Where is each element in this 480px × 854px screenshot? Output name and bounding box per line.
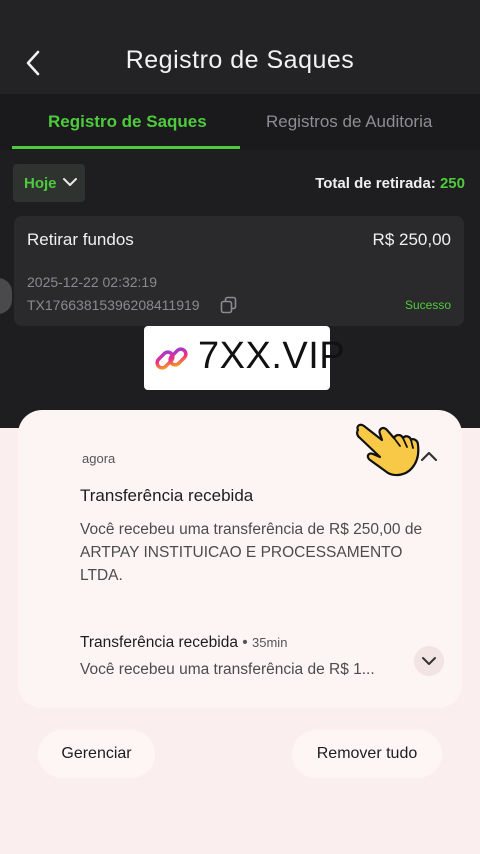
withdrawal-type: Retirar fundos [27, 230, 134, 249]
withdrawal-app: Registro de Saques Registro de Saques Re… [0, 0, 480, 428]
separator-dot: • [242, 634, 248, 651]
status-badge: Sucesso [404, 298, 451, 312]
tab-withdrawal-records[interactable]: Registro de Saques [48, 112, 207, 132]
notification-2-title: Transferência recebida [80, 634, 238, 651]
withdrawal-record-card[interactable]: Retirar fundos R$ 250,00 2025-12-22 02:3… [14, 216, 464, 326]
withdrawal-total-label: Total de retirada: [315, 175, 436, 192]
expand-notification-button[interactable] [414, 646, 444, 676]
tab-bar: Registro de Saques Registros de Auditori… [0, 94, 480, 150]
notification-2-time: 35min [252, 635, 288, 650]
notification-2-body: Você recebeu uma transferência de R$ 1..… [80, 661, 375, 678]
watermark-badge: 7XX.VIP [144, 326, 345, 390]
chevron-down-icon [63, 178, 77, 186]
tab-audit-records[interactable]: Registros de Auditoria [266, 112, 432, 132]
page-title: Registro de Saques [125, 46, 355, 74]
app-header: Registro de Saques [0, 0, 480, 94]
active-tab-indicator [12, 146, 240, 149]
remove-all-button[interactable]: Remover tudo [292, 730, 442, 778]
copy-icon[interactable] [220, 296, 238, 314]
notification-time: agora [82, 451, 116, 466]
withdrawal-amount: R$ 250,00 [372, 230, 451, 249]
notification-2-header[interactable]: Transferência recebida • 35min [80, 634, 287, 652]
pointing-hand-icon [356, 423, 420, 477]
withdrawal-datetime: 2025-12-22 02:32:19 [27, 274, 157, 290]
notification-title: Transferência recebida [80, 486, 254, 505]
withdrawal-total-value: 250 [439, 175, 465, 192]
date-filter-label: Hoje [24, 175, 57, 192]
floating-handle[interactable] [0, 278, 12, 314]
transaction-id: TX17663815396208411919 [27, 297, 200, 313]
link-icon [155, 347, 188, 370]
notification-body: Você recebeu uma transferência de R$ 250… [80, 521, 423, 584]
watermark-text: 7XX.VIP [198, 335, 346, 377]
withdrawal-total: Total de retirada: 250 [315, 175, 465, 192]
manage-button[interactable]: Gerenciar [38, 730, 155, 778]
date-filter-dropdown[interactable]: Hoje [13, 164, 85, 202]
chevron-down-icon [422, 657, 436, 665]
